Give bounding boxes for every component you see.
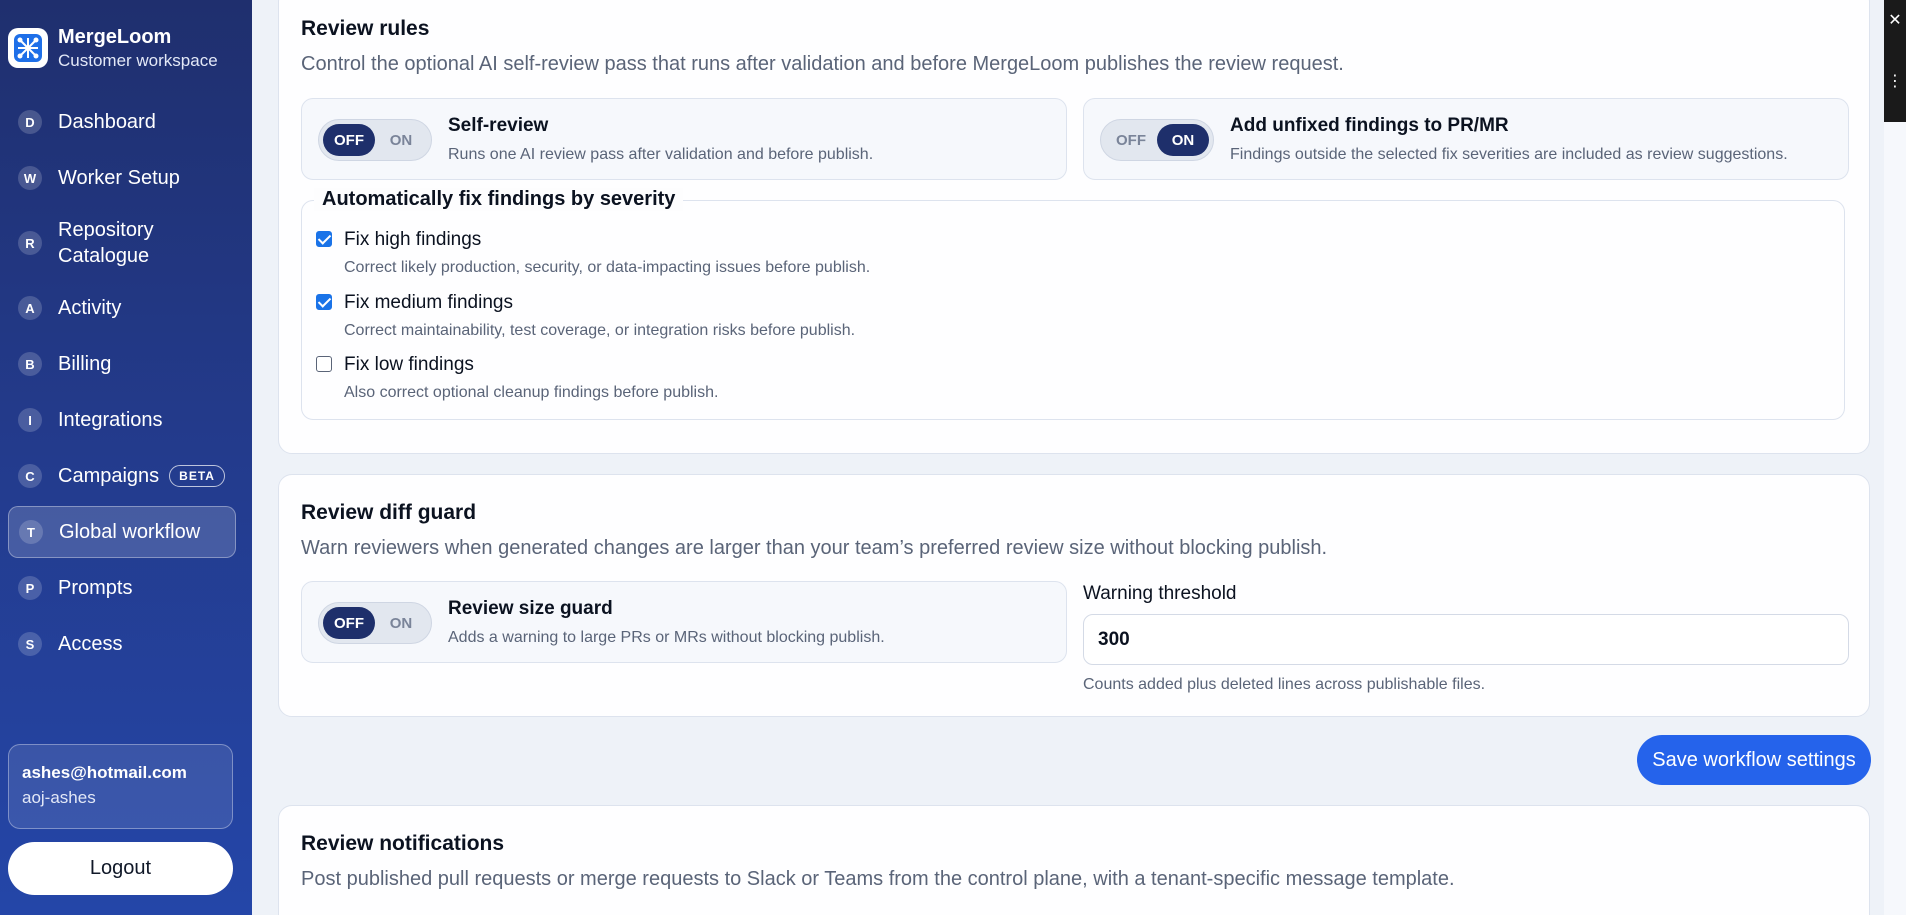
worker-setup-letter-icon: W [18, 166, 42, 190]
warning-threshold-input[interactable] [1083, 614, 1849, 665]
size-guard-title: Review size guard [448, 598, 613, 619]
size-guard-toggle[interactable]: OFF ON [318, 602, 432, 644]
main-content: Review rules Control the optional AI sel… [252, 0, 1906, 915]
fix-low-description: Also correct optional cleanup findings b… [344, 384, 719, 401]
self-review-title: Self-review [448, 115, 549, 136]
save-workflow-settings-button[interactable]: Save workflow settings [1637, 735, 1871, 785]
severity-legend: Automatically fix findings by severity [314, 188, 684, 211]
unfixed-findings-title: Add unfixed findings to PR/MR [1230, 115, 1509, 136]
fix-high-checkbox[interactable] [316, 231, 332, 247]
repository-catalogue-letter-icon: R [18, 231, 42, 255]
fix-medium-label[interactable]: Fix medium findings [344, 292, 513, 314]
review-diff-guard-card: Review diff guard Warn reviewers when ge… [278, 474, 1870, 717]
fix-high-description: Correct likely production, security, or … [344, 259, 871, 276]
brand[interactable]: MergeLoom Customer workspace [8, 24, 218, 72]
toggle-off-segment[interactable]: OFF [1105, 124, 1157, 156]
sidebar-item-activity[interactable]: A Activity [8, 282, 236, 334]
sidebar-item-dashboard[interactable]: D Dashboard [8, 96, 236, 148]
sidebar-item-prompts[interactable]: P Prompts [8, 562, 236, 614]
sidebar-item-worker-setup[interactable]: W Worker Setup [8, 152, 236, 204]
sidebar-item-integrations[interactable]: I Integrations [8, 394, 236, 446]
toggle-on-segment[interactable]: ON [375, 124, 427, 156]
sidebar-item-repository-catalogue[interactable]: R Repository Catalogue [8, 208, 236, 278]
review-rules-card: Review rules Control the optional AI sel… [278, 0, 1870, 454]
prompts-letter-icon: P [18, 576, 42, 600]
review-rules-description: Control the optional AI self-review pass… [301, 53, 1344, 75]
sidebar-item-label: Billing [58, 353, 112, 375]
campaigns-letter-icon: C [18, 464, 42, 488]
unfixed-findings-option: OFF ON Add unfixed findings to PR/MR Fin… [1083, 98, 1849, 180]
sidebar-item-label: Prompts [58, 577, 133, 599]
unfixed-findings-description: Findings outside the selected fix severi… [1230, 146, 1788, 163]
fix-low-checkbox[interactable] [316, 356, 332, 372]
user-card: ashes@hotmail.com aoj-ashes [8, 744, 233, 829]
beta-badge: BETA [169, 465, 225, 487]
warning-threshold-label: Warning threshold [1083, 583, 1237, 604]
fix-medium-description: Correct maintainability, test coverage, … [344, 322, 856, 339]
sidebar-item-label: Repository Catalogue [58, 219, 154, 267]
access-letter-icon: S [18, 632, 42, 656]
warning-threshold-help: Counts added plus deleted lines across p… [1083, 676, 1486, 693]
toggle-off-segment[interactable]: OFF [323, 124, 375, 156]
sidebar-nav: D Dashboard W Worker Setup R Repository … [8, 96, 236, 674]
sidebar-item-global-workflow[interactable]: T Global workflow [8, 506, 236, 558]
more-menu-icon[interactable]: ⋮ [1884, 40, 1906, 122]
size-guard-description: Adds a warning to large PRs or MRs witho… [448, 629, 885, 646]
sidebar: MergeLoom Customer workspace D Dashboard… [0, 0, 252, 915]
severity-fieldset: Automatically fix findings by severity F… [301, 188, 1845, 420]
integrations-letter-icon: I [18, 408, 42, 432]
diff-guard-description: Warn reviewers when generated changes ar… [301, 537, 1328, 559]
sidebar-item-campaigns[interactable]: C Campaigns BETA [8, 450, 236, 502]
sidebar-item-access[interactable]: S Access [8, 618, 236, 670]
scrollbar[interactable] [1884, 0, 1906, 915]
toggle-on-segment[interactable]: ON [1157, 124, 1209, 156]
fix-medium-checkbox[interactable] [316, 294, 332, 310]
sidebar-item-label: Worker Setup [58, 167, 180, 189]
logout-button[interactable]: Logout [8, 842, 233, 895]
close-icon[interactable]: ✕ [1884, 0, 1906, 40]
sidebar-item-label: Access [58, 633, 123, 655]
fix-high-label[interactable]: Fix high findings [344, 229, 481, 251]
notifications-title: Review notifications [301, 832, 505, 855]
sidebar-item-label: Integrations [58, 409, 163, 431]
toggle-off-segment[interactable]: OFF [323, 607, 375, 639]
mergeloom-logo-icon [8, 28, 48, 68]
review-notifications-card: Review notifications Post published pull… [278, 805, 1870, 915]
sidebar-item-label: Campaigns [58, 465, 160, 487]
user-username: aoj-ashes [22, 788, 96, 807]
self-review-toggle[interactable]: OFF ON [318, 119, 432, 161]
brand-subtitle: Customer workspace [58, 51, 218, 70]
billing-letter-icon: B [18, 352, 42, 376]
self-review-option: OFF ON Self-review Runs one AI review pa… [301, 98, 1067, 180]
size-guard-option: OFF ON Review size guard Adds a warning … [301, 581, 1067, 663]
self-review-description: Runs one AI review pass after validation… [448, 146, 874, 163]
sidebar-item-label: Dashboard [58, 111, 156, 133]
user-email: ashes@hotmail.com [22, 763, 187, 782]
global-workflow-letter-icon: T [19, 520, 43, 544]
toggle-on-segment[interactable]: ON [375, 607, 427, 639]
dashboard-letter-icon: D [18, 110, 42, 134]
fix-low-label[interactable]: Fix low findings [344, 354, 474, 376]
brand-name: MergeLoom [58, 26, 172, 48]
sidebar-item-label: Global workflow [59, 521, 201, 543]
activity-letter-icon: A [18, 296, 42, 320]
sidebar-item-billing[interactable]: B Billing [8, 338, 236, 390]
sidebar-item-label: Activity [58, 297, 122, 319]
review-rules-title: Review rules [301, 17, 430, 40]
notifications-description: Post published pull requests or merge re… [301, 868, 1455, 890]
diff-guard-title: Review diff guard [301, 501, 477, 524]
unfixed-findings-toggle[interactable]: OFF ON [1100, 119, 1214, 161]
